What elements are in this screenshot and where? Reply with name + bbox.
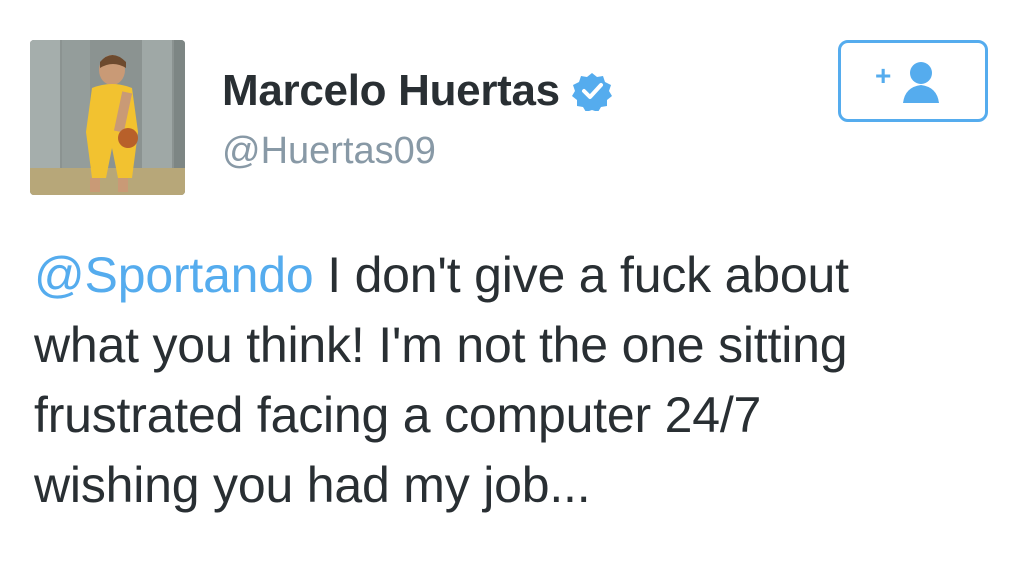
tweet-text-line-4: wishing you had my job... [34,457,591,513]
plus-icon: + [875,60,891,91]
tweet-card: Marcelo Huertas @Huertas09 + @Sportando … [0,0,1024,570]
verified-badge-icon [571,73,612,111]
name-row: Marcelo Huertas [222,58,612,124]
tweet-text-line-2: what you think! I'm not the one sitting [34,317,848,373]
tweet-text: @Sportando I don't give a fuck about wha… [34,240,994,520]
add-user-icon: + [875,60,939,103]
follow-button[interactable]: + [838,40,988,122]
mention-link[interactable]: @Sportando [34,247,314,303]
user-info[interactable]: Marcelo Huertas @Huertas09 [222,58,612,173]
avatar-image [30,40,185,195]
tweet-text-line-1: I don't give a fuck about [313,247,849,303]
tweet-text-line-3: frustrated facing a computer 24/7 [34,387,762,443]
avatar[interactable] [30,40,185,195]
user-handle[interactable]: @Huertas09 [222,130,612,173]
display-name[interactable]: Marcelo Huertas [222,66,560,116]
